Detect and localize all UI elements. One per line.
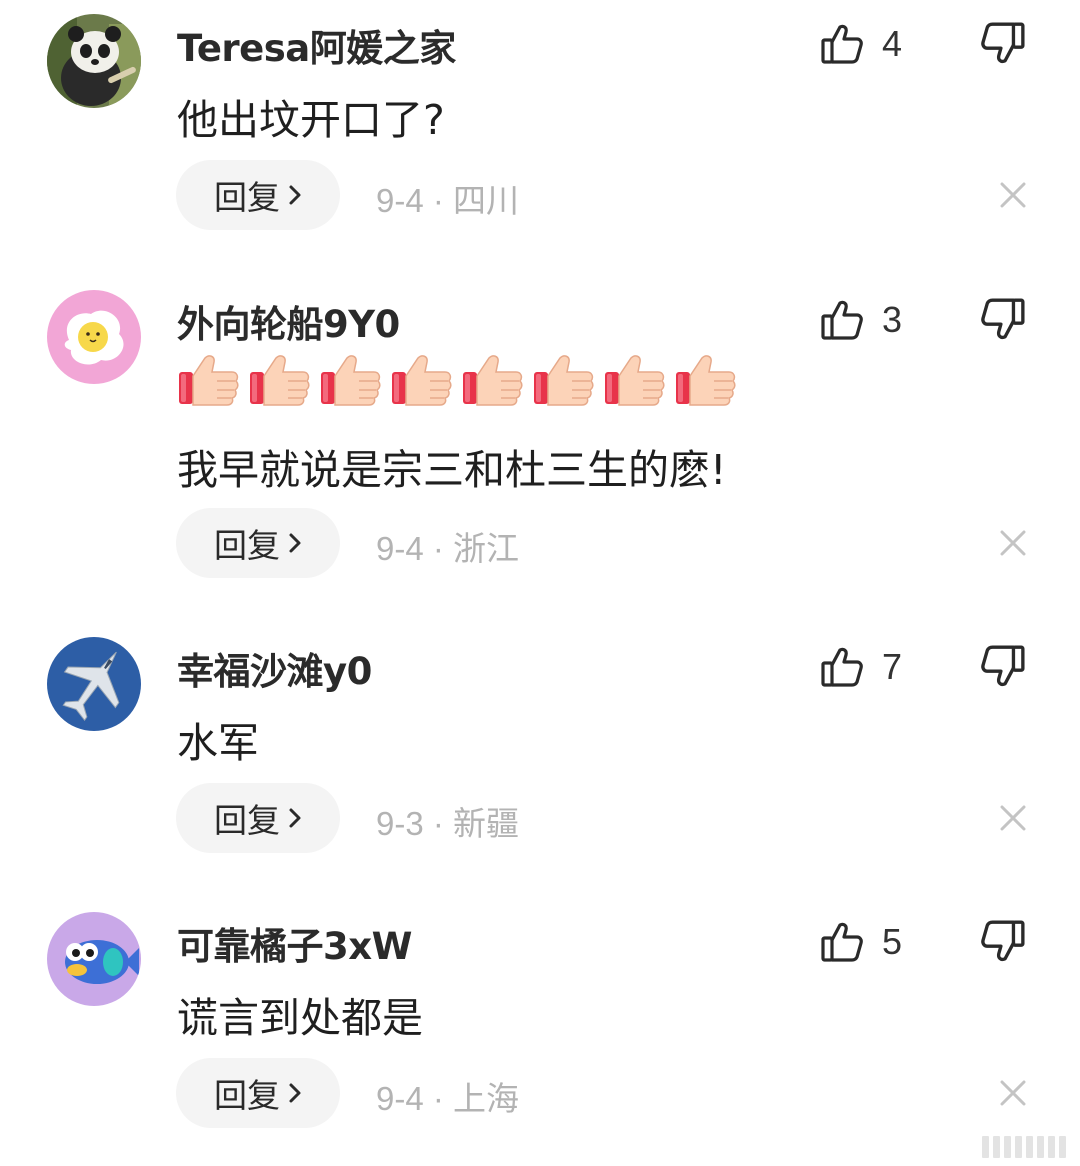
meta-separator: · [432, 182, 444, 219]
like-count: 4 [882, 23, 903, 64]
meta-separator: · [432, 530, 444, 567]
thumbs-down-icon [981, 298, 1025, 340]
comment-meta: 9-4 · 上海 [376, 1072, 519, 1120]
user-avatar[interactable] [47, 637, 141, 731]
meta-separator: · [432, 805, 444, 842]
like-button[interactable]: 5 [820, 918, 902, 966]
user-avatar[interactable] [47, 290, 141, 384]
thumbs-up-emoji [463, 355, 523, 406]
comment-date: 9-3 [376, 805, 424, 842]
thumbs-up-icon [821, 24, 863, 64]
username[interactable]: Teresa阿媛之家 [177, 18, 456, 72]
reply-button[interactable]: 回复 [176, 508, 340, 578]
panda-avatar-icon [47, 14, 141, 108]
comment-text: 我早就说是宗三和杜三生的麽! [177, 446, 727, 494]
comment-date: 9-4 [376, 1080, 424, 1117]
chevron-right-icon [289, 533, 301, 553]
close-icon[interactable] [998, 180, 1028, 210]
fighter-jet-avatar-icon [47, 637, 141, 731]
like-button[interactable]: 4 [820, 20, 902, 68]
egg-chick-avatar-icon [47, 290, 141, 384]
comment-item: Teresa阿媛之家 4 他出坟开口了? 回复 9-4 · 四川 [0, 14, 1080, 234]
like-count: 5 [882, 921, 903, 962]
comment-location: 上海 [453, 1080, 520, 1117]
thumbs-up-icon [821, 647, 863, 687]
like-count: 7 [882, 646, 903, 687]
like-button[interactable]: 7 [820, 643, 902, 691]
user-avatar[interactable] [47, 14, 141, 108]
meta-separator: · [432, 1080, 444, 1117]
user-avatar[interactable] [47, 912, 141, 1006]
thumbs-up-emoji [179, 355, 239, 406]
chevron-right-icon [289, 185, 301, 205]
close-icon[interactable] [998, 803, 1028, 833]
reply-label: 回复 [214, 1076, 280, 1115]
reply-label: 回复 [214, 178, 280, 217]
reply-button[interactable]: 回复 [176, 1058, 340, 1128]
comment-item: 外向轮船9Y0 3 我早就说是宗三和杜三生的麽! 回复 9-4 · 浙江 [0, 290, 1080, 590]
thumbs-up-icon [821, 300, 863, 340]
dislike-button[interactable] [980, 296, 1028, 344]
chevron-right-icon [289, 1083, 301, 1103]
reply-button[interactable]: 回复 [176, 783, 340, 853]
comment-item: 幸福沙滩y0 7 水军 回复 9-3 · 新疆 [0, 637, 1080, 857]
emoji-row [177, 352, 745, 408]
reply-label: 回复 [214, 801, 280, 840]
username[interactable]: 外向轮船9Y0 [177, 294, 400, 348]
comment-meta: 9-4 · 浙江 [376, 522, 519, 570]
watermark-bars [978, 1136, 1066, 1158]
comment-meta: 9-3 · 新疆 [376, 797, 519, 845]
thumbs-up-icon [821, 922, 863, 962]
close-icon[interactable] [998, 1078, 1028, 1108]
thumbs-down-icon [981, 645, 1025, 687]
comment-meta: 9-4 · 四川 [376, 174, 519, 222]
reply-label: 回复 [214, 526, 280, 565]
comment-text: 水军 [177, 719, 259, 767]
like-count: 3 [882, 299, 903, 340]
comment-location: 新疆 [453, 805, 520, 842]
thumbs-up-emoji [321, 355, 381, 406]
thumbs-up-emoji [392, 355, 452, 406]
thumbs-down-icon [981, 22, 1025, 64]
comment-text: 他出坟开口了? [177, 96, 445, 144]
thumbs-up-emoji [676, 355, 736, 406]
comment-item: 可靠橘子3xW 5 谎言到处都是 回复 9-4 · 上海 [0, 912, 1080, 1132]
dislike-button[interactable] [980, 643, 1028, 691]
comment-date: 9-4 [376, 530, 424, 567]
comment-text: 谎言到处都是 [177, 994, 423, 1042]
thumbs-up-emoji [534, 355, 594, 406]
thumbs-up-emoji [250, 355, 310, 406]
comment-location: 四川 [453, 182, 520, 219]
thumbs-down-icon [981, 920, 1025, 962]
close-icon[interactable] [998, 528, 1028, 558]
chevron-right-icon [289, 808, 301, 828]
dislike-button[interactable] [980, 20, 1028, 68]
like-button[interactable]: 3 [820, 296, 902, 344]
comment-date: 9-4 [376, 182, 424, 219]
username[interactable]: 幸福沙滩y0 [177, 641, 372, 695]
comment-location: 浙江 [453, 530, 520, 567]
username[interactable]: 可靠橘子3xW [177, 916, 412, 970]
reply-button[interactable]: 回复 [176, 160, 340, 230]
thumbs-up-emoji [605, 355, 665, 406]
dislike-button[interactable] [980, 918, 1028, 966]
fish-avatar-icon [47, 912, 141, 1006]
